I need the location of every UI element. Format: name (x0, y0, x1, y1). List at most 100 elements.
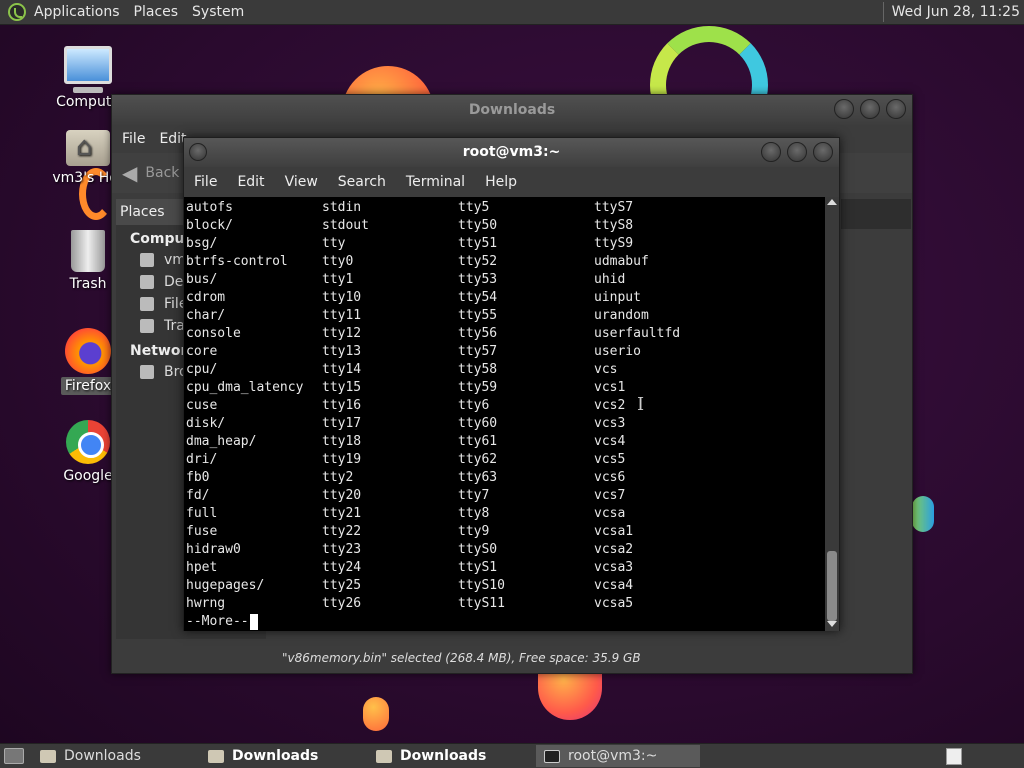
menu-terminal[interactable]: Terminal (406, 174, 465, 190)
home-folder-icon (66, 130, 110, 166)
terminal-entry: tty63 (458, 470, 498, 485)
terminal-scrollbar[interactable] (825, 197, 839, 631)
show-desktop-icon[interactable] (4, 748, 24, 764)
terminal-entry: tty22 (322, 524, 362, 539)
window-title: Downloads (468, 102, 556, 118)
scroll-down-icon[interactable] (827, 621, 837, 627)
desktop-icon (140, 275, 154, 289)
scroll-up-icon[interactable] (827, 199, 837, 205)
menu-search[interactable]: Search (338, 174, 386, 190)
terminal-line: bus/tty1 tty53 uhid (186, 271, 825, 289)
workspace-switcher[interactable] (946, 747, 962, 765)
taskbar-item[interactable]: Downloads (200, 745, 364, 767)
status-bar: "v86memory.bin" selected (268.4 MB), Fre… (282, 651, 641, 665)
terminal-line: dma_heap/tty18 tty61 vcs4 (186, 433, 825, 451)
close-button[interactable] (886, 99, 906, 119)
terminal-line: fd/tty20 tty7 vcs7 (186, 487, 825, 505)
terminal-entry: tty50 (458, 218, 498, 233)
terminal-entry: dri/ (186, 452, 218, 467)
wallpaper-blob (363, 697, 389, 731)
terminal-entry: bus/ (186, 272, 218, 287)
mate-logo-icon[interactable] (8, 3, 26, 21)
menu-view[interactable]: View (285, 174, 318, 190)
terminal-entry: uinput (594, 290, 641, 305)
computer-icon (64, 46, 112, 93)
minimize-button[interactable] (834, 99, 854, 119)
terminal-line: cpu_dma_latency tty15 tty59 vcs1 (186, 379, 825, 397)
minimize-button[interactable] (761, 142, 781, 162)
terminal-line: hwrng tty26 ttyS11 vcsa5 (186, 595, 825, 613)
terminal-entry: tty56 (458, 326, 498, 341)
back-arrow-icon[interactable]: ◀ (122, 161, 137, 185)
terminal-entry: vcs2 (594, 398, 626, 413)
terminal-entry: userfaultfd (594, 326, 681, 341)
terminal-entry: tty8 (458, 506, 490, 521)
menu-file[interactable]: File (122, 131, 145, 147)
menu-file[interactable]: File (194, 174, 217, 190)
terminal-line: core tty13 tty57 userio (186, 343, 825, 361)
terminal-entry: ttyS10 (458, 578, 505, 593)
terminal-entry: vcsa2 (594, 542, 634, 557)
terminal-entry: tty57 (458, 344, 498, 359)
trash-icon (71, 230, 105, 272)
terminal-entry: disk/ (186, 416, 226, 431)
top-panel: Applications Places System Wed Jun 28, 1… (0, 0, 1024, 25)
file-manager-titlebar[interactable]: Downloads (112, 95, 912, 125)
menu-edit[interactable]: Edit (237, 174, 264, 190)
close-button[interactable] (813, 142, 833, 162)
terminal-entry: tty (322, 236, 346, 251)
taskbar-item-label: Downloads (64, 748, 141, 764)
terminal-entry: tty2 (322, 470, 354, 485)
terminal-entry: userio (594, 344, 641, 359)
terminal-entry: ttyS0 (458, 542, 498, 557)
terminal-entry: ttyS1 (458, 560, 498, 575)
terminal-line: char/tty11 tty55 urandom (186, 307, 825, 325)
taskbar-item[interactable]: Downloads (368, 745, 532, 767)
system-menu[interactable]: System (192, 4, 244, 20)
terminal-entry: tty26 (322, 596, 362, 611)
terminal-entry: dma_heap/ (186, 434, 257, 449)
folder-icon (376, 749, 392, 763)
trash-icon (140, 319, 154, 333)
terminal-titlebar[interactable]: root@vm3:~ (184, 138, 839, 167)
panel-separator (882, 2, 884, 22)
window-title: root@vm3:~ (462, 144, 561, 160)
network-icon (140, 365, 154, 379)
terminal-entry: tty60 (458, 416, 498, 431)
taskbar-item[interactable]: Downloads (32, 745, 196, 767)
terminal-entry: fb0 (186, 470, 210, 485)
applications-menu[interactable]: Applications (34, 4, 120, 20)
terminal-icon (544, 749, 560, 763)
clock[interactable]: Wed Jun 28, 11:25 (892, 4, 1020, 20)
folder-icon (208, 749, 224, 763)
terminal-entry: tty18 (322, 434, 362, 449)
menu-help[interactable]: Help (485, 174, 517, 190)
terminal-line: block/stdout tty50 ttyS8 (186, 217, 825, 235)
terminal-entry: tty6 (458, 398, 490, 413)
maximize-button[interactable] (860, 99, 880, 119)
places-menu[interactable]: Places (134, 4, 179, 20)
terminal-entry: vcsa3 (594, 560, 634, 575)
terminal-window: root@vm3:~ File Edit View Search Termina… (183, 137, 840, 631)
terminal-menubar: File Edit View Search Terminal Help (184, 167, 839, 197)
terminal-entry: tty53 (458, 272, 498, 287)
scrollbar-thumb[interactable] (827, 551, 837, 621)
maximize-button[interactable] (787, 142, 807, 162)
terminal-entry: tty12 (322, 326, 362, 341)
taskbar-item-label: Downloads (232, 748, 319, 764)
terminal-entry: block/ (186, 218, 233, 233)
terminal-entry: hpet (186, 560, 218, 575)
terminal-line: fuse tty22 tty9 vcsa1 (186, 523, 825, 541)
terminal-output[interactable]: autofs stdin tty5 ttyS7 block/stdout tty50 tty… (184, 197, 827, 631)
terminal-entry: stdout (322, 218, 369, 233)
terminal-entry: tty21 (322, 506, 362, 521)
terminal-line: console tty12 tty56 userfaultfd (186, 325, 825, 343)
taskbar-item[interactable]: root@vm3:~ (536, 745, 700, 767)
terminal-entry: udmabuf (594, 254, 649, 269)
terminal-entry: hwrng (186, 596, 226, 611)
back-button[interactable]: Back (145, 165, 179, 181)
terminal-line: cdrom tty10 tty54 uinput (186, 289, 825, 307)
terminal-entry: btrfs-control (186, 254, 288, 269)
terminal-line: hugepages/tty25 ttyS10 vcsa4 (186, 577, 825, 595)
terminal-entry: tty25 (322, 578, 362, 593)
